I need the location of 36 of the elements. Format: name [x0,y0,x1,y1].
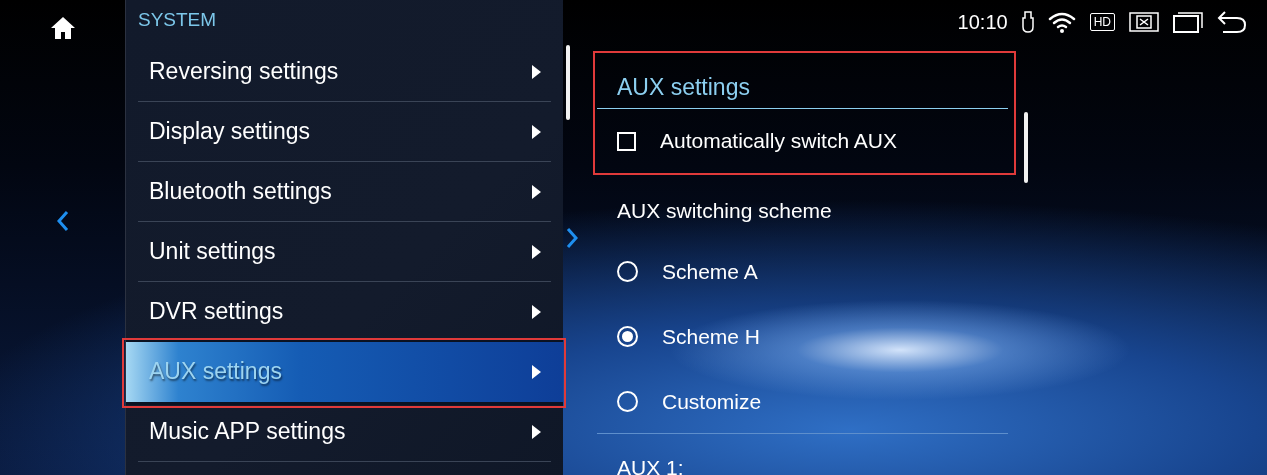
home-icon[interactable] [49,16,76,40]
group-label: AUX switching scheme [616,198,832,224]
arrow-right-icon [532,424,541,439]
windows-icon[interactable] [1173,11,1203,33]
hd-badge: HD [1089,13,1115,31]
arrow-right-icon [532,184,541,199]
close-box-icon[interactable] [1129,12,1159,32]
wifi-icon [1047,11,1076,33]
checkbox[interactable] [617,131,636,151]
usb-icon [1021,11,1034,33]
right-chevron-icon[interactable] [566,227,578,249]
radio-button[interactable] [617,391,638,412]
scrollbar[interactable] [1024,112,1028,183]
arrow-right-icon [532,244,541,259]
radio-button[interactable] [617,261,638,282]
menu-item[interactable]: Display settings [138,102,551,162]
menu-header: SYSTEM [138,9,217,30]
left-chevron-icon[interactable] [56,210,69,232]
radio-row[interactable]: Customize [597,369,1267,434]
back-icon[interactable] [1217,10,1247,34]
clock: 10:10 [957,10,1008,34]
menu-item[interactable]: Bluetooth settings [138,162,551,222]
arrow-right-icon [532,124,541,139]
arrow-right-icon [532,64,541,79]
arrow-right-icon [532,304,541,319]
section-title: AUX settings [617,74,750,100]
radio-row[interactable]: Scheme A [597,239,1267,304]
scrollbar[interactable] [566,45,570,120]
checkbox-row[interactable]: Automatically switch AUX [597,109,1008,173]
arrow-right-icon [532,364,541,379]
menu-item[interactable]: Music APP settings [138,402,551,462]
aux1-label: AUX 1: [616,456,684,475]
radio-row[interactable]: Scheme H [597,304,1267,369]
menu-item[interactable]: Reversing settings [138,42,551,102]
menu-item[interactable]: Unit settings [138,222,551,282]
radio-button[interactable] [617,326,638,347]
